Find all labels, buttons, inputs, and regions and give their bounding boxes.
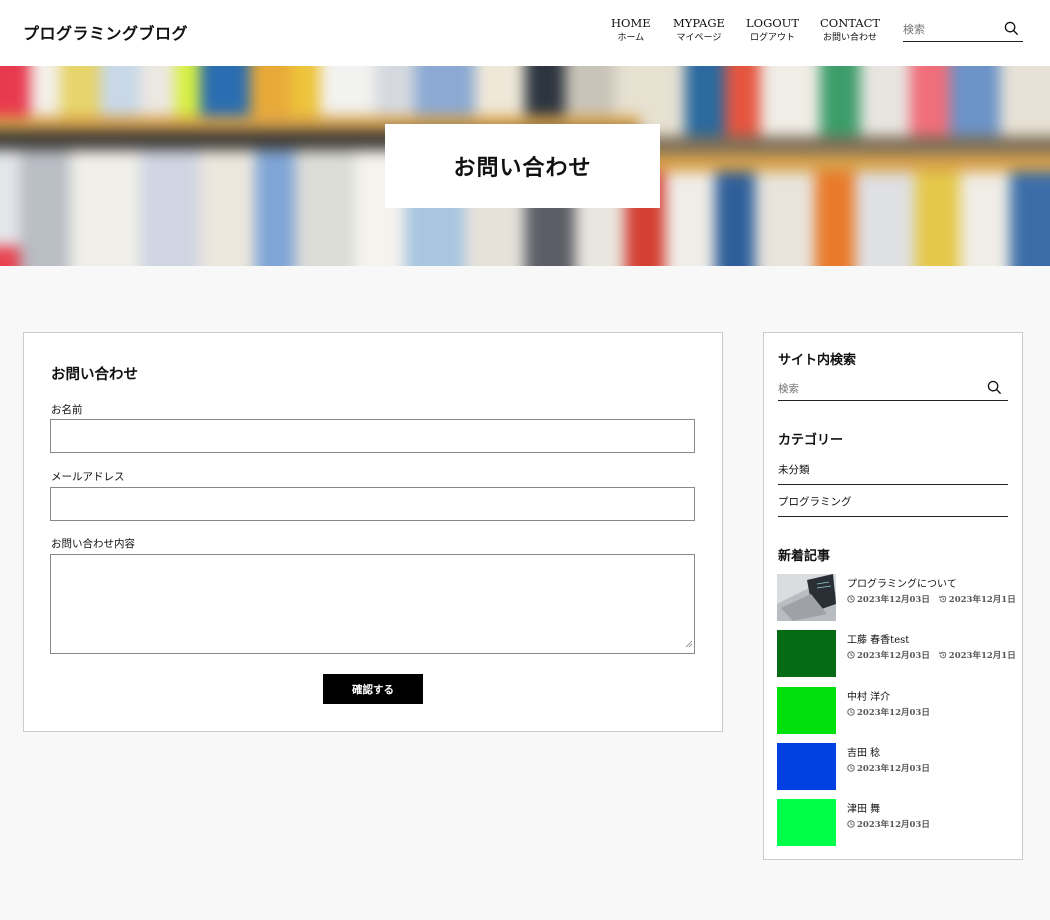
post-title: 工藤 春香test <box>847 635 910 646</box>
post-dates: 2023年12月03日 <box>847 818 936 831</box>
name-label: お名前 <box>51 404 83 416</box>
sidebar-search-input[interactable] <box>778 378 978 400</box>
post-thumbnail <box>777 687 836 734</box>
nav-home-label: HOME <box>611 16 651 30</box>
recent-post-item[interactable]: 工藤 春香test 2023年12月03日 2023年12月1日 <box>777 630 1016 678</box>
name-field[interactable] <box>50 419 695 453</box>
nav-mypage-sublabel: マイページ <box>676 33 722 43</box>
nav-contact-sublabel: お問い合わせ <box>823 33 878 43</box>
post-date: 2023年12月03日 <box>857 708 930 718</box>
category-heading: カテゴリー <box>778 433 844 448</box>
header-search-input[interactable] <box>903 18 999 41</box>
recent-post-item[interactable]: 中村 洋介 2023年12月03日 <box>777 687 1012 735</box>
post-title: プログラミングについて <box>847 579 957 590</box>
post-title: 中村 洋介 <box>847 692 891 703</box>
post-thumbnail <box>777 574 836 621</box>
update-icon <box>939 595 947 603</box>
confirm-button[interactable]: 確認する <box>323 674 423 704</box>
site-logo[interactable]: プログラミングブログ <box>23 20 188 44</box>
nav-home-sublabel: ホーム <box>617 33 645 43</box>
category-item[interactable]: プログラミング <box>778 486 1008 517</box>
post-date: 2023年12月03日 <box>857 651 930 661</box>
form-heading: お問い合わせ <box>51 366 138 383</box>
post-date: 2023年12月03日 <box>857 820 930 830</box>
search-icon[interactable] <box>1004 21 1019 40</box>
email-field[interactable] <box>50 487 695 521</box>
search-icon[interactable] <box>987 380 1002 399</box>
page-title: お問い合わせ <box>453 155 592 181</box>
hero-banner: お問い合わせ <box>0 66 1050 266</box>
post-updated-date: 2023年12月1日 <box>948 651 1016 661</box>
message-field[interactable] <box>50 554 695 654</box>
nav-home[interactable]: HOME ホーム <box>611 16 651 45</box>
recent-post-item[interactable]: プログラミングについて 2023年12月03日 2023年12月1日 <box>777 574 1016 622</box>
nav-logout[interactable]: LOGOUT ログアウト <box>746 16 799 45</box>
sidebar: サイト内検索 カテゴリー 未分類 プログラミング 新着記事 プログラミングについ… <box>763 332 1023 860</box>
email-label: メールアドレス <box>51 471 125 483</box>
post-date: 2023年12月03日 <box>857 595 930 605</box>
post-thumbnail <box>777 743 836 790</box>
post-title: 津田 舞 <box>847 804 881 815</box>
nav-logout-sublabel: ログアウト <box>750 33 796 43</box>
nav-logout-label: LOGOUT <box>746 16 800 30</box>
post-updated-date: 2023年12月1日 <box>948 595 1016 605</box>
clock-icon <box>847 651 855 659</box>
clock-icon <box>847 820 855 828</box>
post-dates: 2023年12月03日 2023年12月1日 <box>847 649 1022 662</box>
site-header: プログラミングブログ HOME ホーム MYPAGE マイページ LOGOUT … <box>0 0 1050 66</box>
header-search <box>903 18 1023 42</box>
clock-icon <box>847 595 855 603</box>
nav-contact-label: CONTACT <box>820 16 881 30</box>
nav-contact[interactable]: CONTACT お問い合わせ <box>820 16 880 45</box>
post-dates: 2023年12月03日 <box>847 762 936 775</box>
message-label: お問い合わせ内容 <box>51 538 135 550</box>
update-icon <box>939 651 947 659</box>
post-thumbnail <box>777 799 836 846</box>
post-dates: 2023年12月03日 <box>847 706 936 719</box>
clock-icon <box>847 708 855 716</box>
nav-mypage[interactable]: MYPAGE マイページ <box>673 16 725 45</box>
hero-title-box: お問い合わせ <box>385 124 660 208</box>
post-date: 2023年12月03日 <box>857 764 930 774</box>
recent-post-item[interactable]: 津田 舞 2023年12月03日 <box>777 799 1012 847</box>
sidebar-search <box>778 377 1008 401</box>
recent-post-item[interactable]: 吉田 稔 2023年12月03日 <box>777 743 1012 791</box>
post-dates: 2023年12月03日 2023年12月1日 <box>847 593 1022 606</box>
post-thumbnail <box>777 630 836 677</box>
nav-mypage-label: MYPAGE <box>673 16 725 30</box>
contact-form: お問い合わせ お名前 メールアドレス お問い合わせ内容 確認する <box>23 332 723 732</box>
site-search-heading: サイト内検索 <box>778 353 857 368</box>
category-item[interactable]: 未分類 <box>778 454 1008 485</box>
recent-posts-heading: 新着記事 <box>778 549 831 564</box>
post-title: 吉田 稔 <box>847 748 881 759</box>
clock-icon <box>847 764 855 772</box>
resize-grip-icon[interactable] <box>685 633 693 652</box>
